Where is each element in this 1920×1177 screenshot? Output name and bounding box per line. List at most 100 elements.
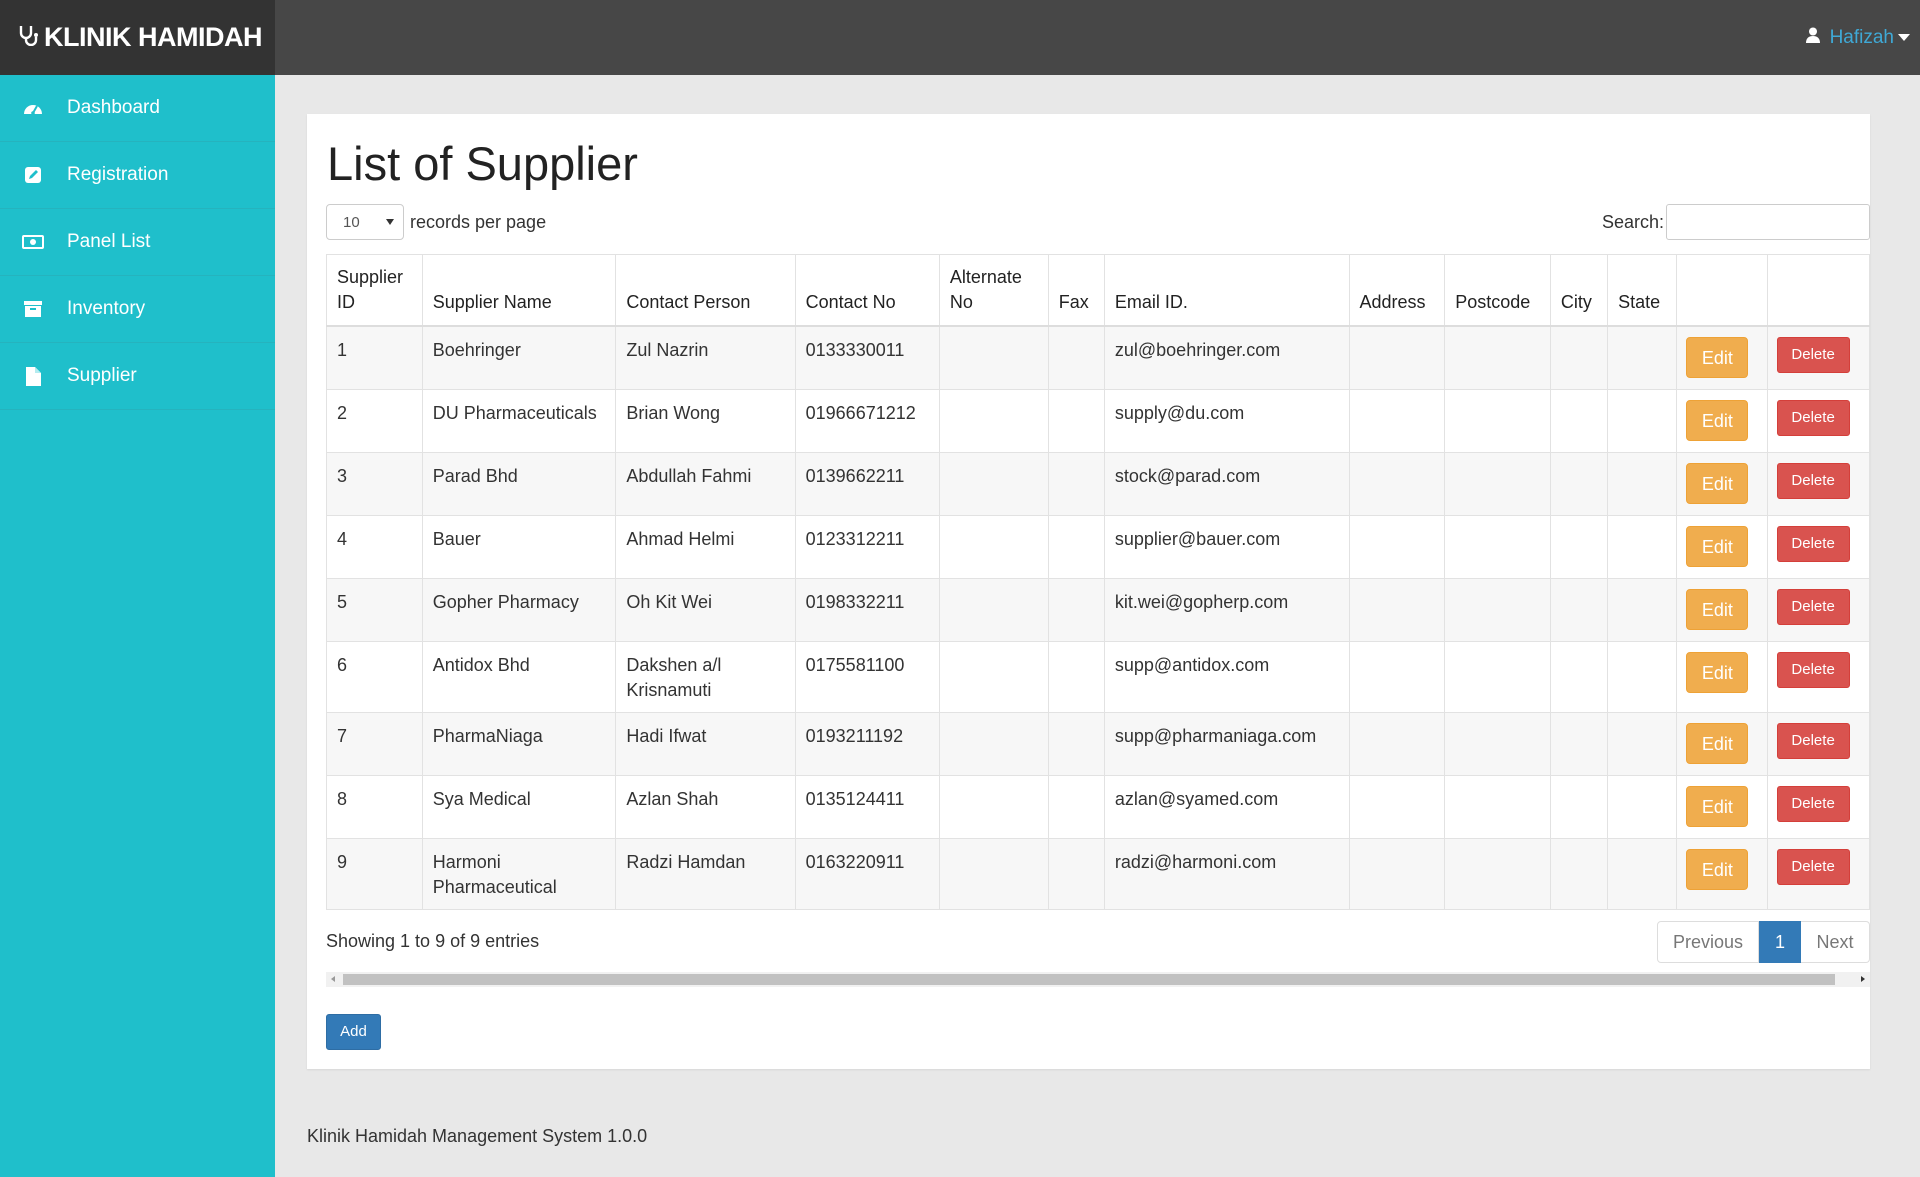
edit-button[interactable]: Edit [1686,588,1749,630]
column-header[interactable]: Contact No [794,254,940,327]
cell-contact-no: 0135124411 [794,774,940,839]
cell-state [1607,577,1678,642]
pagination-page-current[interactable]: 1 [1759,921,1801,963]
edit-button[interactable]: Edit [1686,651,1749,693]
archive-icon [22,298,44,320]
scroll-left-icon[interactable] [331,976,335,982]
sidebar-item-registration[interactable]: Registration [0,142,275,209]
delete-button[interactable]: Delete [1776,399,1850,436]
column-header[interactable]: Contact Person [615,254,796,327]
sidebar-item-panel-list[interactable]: Panel List [0,209,275,276]
cell-address [1348,640,1446,713]
column-header[interactable]: Address [1348,254,1446,327]
table-row: 4 Bauer Ahmad Helmi 0123312211 supplier@… [326,514,1871,579]
cell-alternate-no [938,577,1049,642]
delete-button[interactable]: Delete [1776,722,1850,759]
sidebar-item-supplier[interactable]: Supplier [0,343,275,410]
delete-button[interactable]: Delete [1776,462,1850,499]
cell-address [1348,711,1446,776]
cell-delete: Delete [1766,774,1871,839]
delete-button[interactable]: Delete [1776,651,1850,688]
cell-city [1549,577,1609,642]
cell-edit: Edit [1676,711,1768,776]
supplier-panel: List of Supplier 10 records per page Sea… [307,114,1871,1069]
column-header[interactable]: Supplier ID [326,254,423,327]
cell-contact-no: 0139662211 [794,451,940,516]
brand[interactable]: KLINIK HAMIDAH [0,0,275,75]
edit-button[interactable]: Edit [1686,785,1749,827]
delete-button[interactable]: Delete [1776,525,1850,562]
edit-button[interactable]: Edit [1686,722,1749,764]
delete-button[interactable]: Delete [1776,785,1850,822]
table-row: 1 Boehringer Zul Nazrin 0133330011 zul@b… [326,325,1871,390]
scroll-right-icon[interactable] [1861,976,1865,982]
scrollbar-thumb[interactable] [343,974,1835,985]
sidebar-item-inventory[interactable]: Inventory [0,276,275,343]
add-button[interactable]: Add [326,1014,381,1050]
cell-email: supp@pharmaniaga.com [1103,711,1350,776]
cell-postcode [1444,837,1551,910]
sidebar-item-label: Registration [67,164,169,185]
table-row: 8 Sya Medical Azlan Shah 0135124411 azla… [326,774,1871,839]
table-row: 2 DU Pharmaceuticals Brian Wong 01966671… [326,388,1871,453]
cell-email: stock@parad.com [1103,451,1350,516]
user-menu[interactable]: Hafizah [1805,0,1910,75]
cell-fax [1047,451,1105,516]
delete-button[interactable]: Delete [1776,588,1850,625]
column-header[interactable]: Email ID. [1103,254,1350,327]
cell-email: kit.wei@gopherp.com [1103,577,1350,642]
column-header[interactable]: Fax [1047,254,1105,327]
table-row: 7 PharmaNiaga Hadi Ifwat 0193211192 supp… [326,711,1871,776]
top-navbar: KLINIK HAMIDAH Hafizah [0,0,1920,75]
pagination-next[interactable]: Next [1801,921,1870,963]
cell-delete: Delete [1766,451,1871,516]
edit-button[interactable]: Edit [1686,848,1749,890]
money-icon [22,231,44,253]
delete-button[interactable]: Delete [1776,337,1850,373]
column-header[interactable]: Postcode [1444,254,1551,327]
edit-button[interactable]: Edit [1686,399,1749,441]
horizontal-scrollbar[interactable] [326,972,1870,987]
cell-fax [1047,388,1105,453]
cell-supplier-id: 6 [326,640,423,713]
cell-supplier-id: 8 [326,774,423,839]
edit-button[interactable]: Edit [1686,337,1749,378]
cell-alternate-no [938,837,1049,910]
search-input[interactable] [1666,204,1870,240]
cell-alternate-no [938,451,1049,516]
edit-button[interactable]: Edit [1686,462,1749,504]
cell-supplier-name: Parad Bhd [421,451,617,516]
cell-supplier-name: DU Pharmaceuticals [421,388,617,453]
cell-city [1549,640,1609,713]
page-length-label: records per page [410,211,547,232]
pagination-previous[interactable]: Previous [1657,921,1759,963]
supplier-table: Supplier ID Supplier Name Contact Person… [326,254,1871,910]
cell-state [1607,514,1678,579]
page-title: List of Supplier [327,137,638,190]
sidebar-item-dashboard[interactable]: Dashboard [0,75,275,142]
cell-postcode [1444,774,1551,839]
page-length-select[interactable]: 10 [326,204,404,240]
table-info: Showing 1 to 9 of 9 entries [326,931,540,951]
column-header[interactable]: City [1549,254,1609,327]
column-header[interactable]: State [1607,254,1678,327]
cell-edit: Edit [1676,837,1768,910]
table-row: 9 Harmoni Pharmaceutical Radzi Hamdan 01… [326,837,1871,910]
column-header [1676,254,1768,327]
column-header[interactable]: Supplier Name [421,254,617,327]
cell-contact-no: 0193211192 [794,711,940,776]
cell-contact-person: Hadi Ifwat [615,711,796,776]
edit-button[interactable]: Edit [1686,525,1749,567]
cell-edit: Edit [1676,774,1768,839]
delete-button[interactable]: Delete [1776,848,1850,885]
cell-email: zul@boehringer.com [1103,325,1350,390]
stethoscope-icon [18,22,44,53]
cell-email: supplier@bauer.com [1103,514,1350,579]
cell-edit: Edit [1676,325,1768,390]
cell-fax [1047,514,1105,579]
cell-edit: Edit [1676,577,1768,642]
table-header-row: Supplier ID Supplier Name Contact Person… [326,254,1871,327]
cell-supplier-name: Antidox Bhd [421,640,617,713]
page-length-control: 10 records per page [326,204,546,240]
column-header[interactable]: Alternate No [938,254,1049,327]
